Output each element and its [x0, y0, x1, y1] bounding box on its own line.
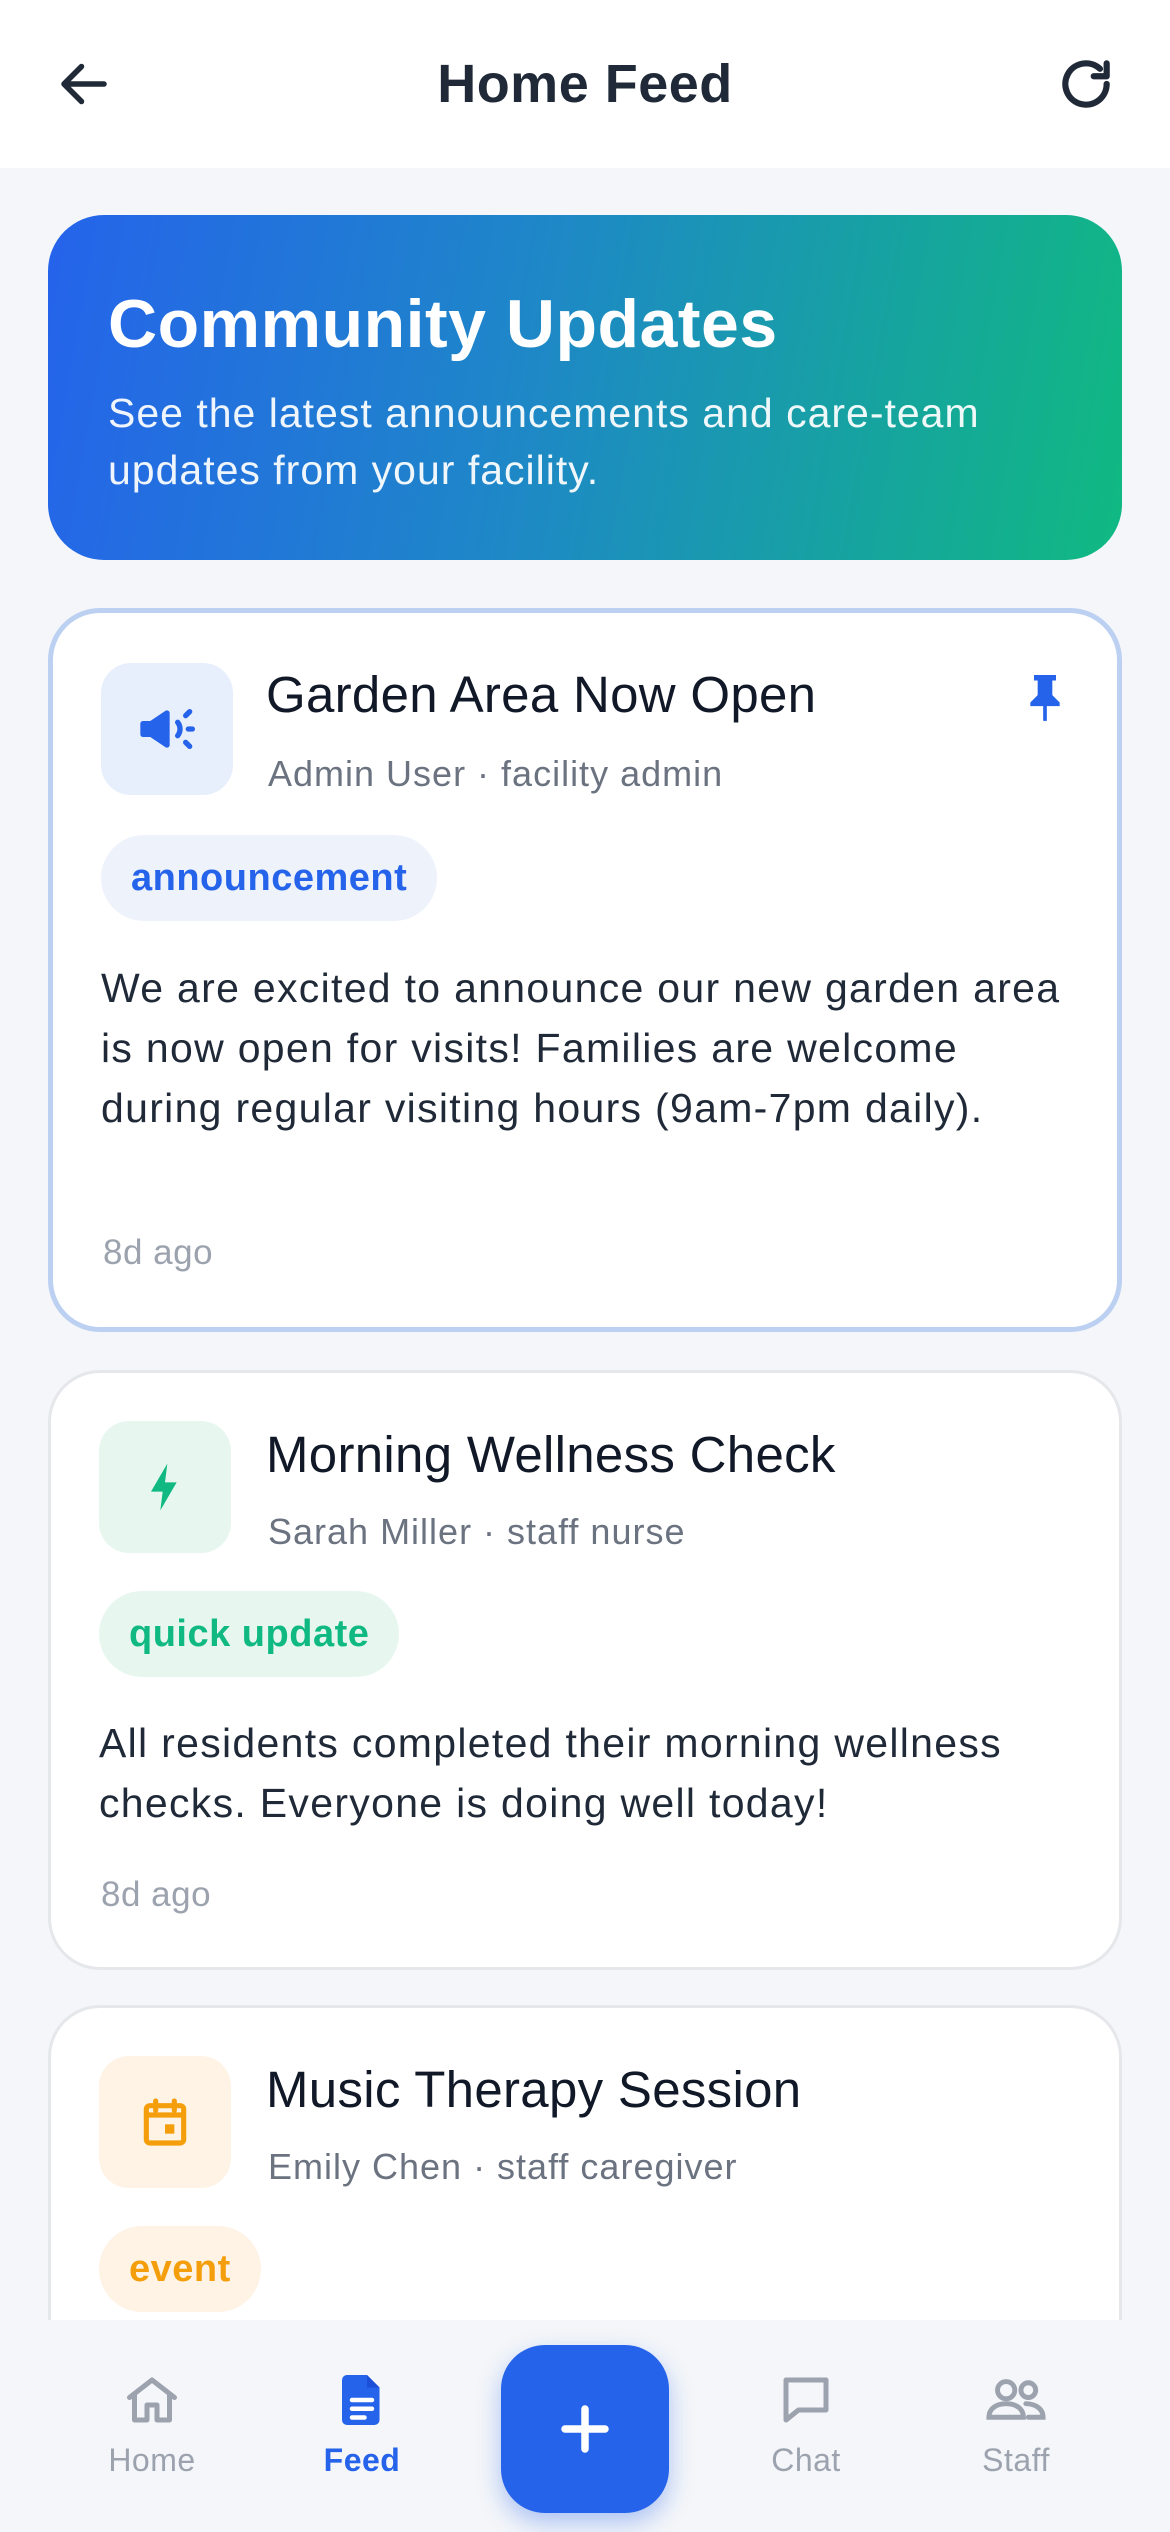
post-author: Sarah Miller · staff nurse: [268, 1511, 686, 1552]
nav-label: Chat: [771, 2442, 841, 2478]
refresh-button[interactable]: [1038, 36, 1134, 132]
post-author: Admin User · facility admin: [268, 753, 724, 794]
post-icon-container: [99, 1421, 231, 1553]
post-title: Garden Area Now Open: [266, 666, 817, 723]
post-tag: event: [99, 2226, 261, 2312]
home-icon: [127, 2377, 177, 2423]
app-header: Home Feed: [0, 0, 1170, 168]
nav-label: Feed: [323, 2442, 401, 2478]
post-icon-container: [99, 2056, 231, 2188]
post-author: Emily Chen · staff caregiver: [268, 2146, 738, 2187]
lightning-icon: [151, 1463, 177, 1511]
megaphone-icon: [140, 709, 195, 749]
refresh-icon: [1062, 60, 1110, 108]
document-icon: [342, 2375, 380, 2425]
nav-item-feed[interactable]: Feed: [272, 2370, 452, 2510]
post-title: Music Therapy Session: [266, 2061, 802, 2118]
community-updates-banner: Community Updates See the latest announc…: [48, 215, 1122, 560]
nav-label: Staff: [982, 2442, 1050, 2478]
nav-label: Home: [108, 2442, 196, 2478]
post-card[interactable]: Morning Wellness Check Sarah Miller · st…: [48, 1370, 1122, 1970]
banner-subtitle: See the latest announcements and care-te…: [108, 390, 980, 493]
calendar-icon: [143, 2098, 187, 2146]
plus-icon: [561, 2405, 609, 2453]
nav-item-chat[interactable]: Chat: [716, 2370, 896, 2510]
pin-icon[interactable]: [1023, 671, 1067, 728]
banner-title: Community Updates: [108, 286, 778, 362]
chat-bubble-icon: [783, 2377, 829, 2423]
post-title: Morning Wellness Check: [266, 1426, 836, 1483]
post-icon-container: [101, 663, 233, 795]
arrow-left-icon: [61, 63, 107, 105]
post-body: We are excited to announce our new garde…: [101, 965, 1061, 1131]
users-icon: [986, 2379, 1046, 2420]
post-timestamp: 8d ago: [103, 1233, 214, 1272]
page-title: Home Feed: [437, 54, 733, 114]
create-post-button[interactable]: [501, 2345, 669, 2513]
post-body: All residents completed their morning we…: [99, 1720, 1002, 1826]
post-card[interactable]: Garden Area Now Open Admin User · facili…: [48, 608, 1122, 1332]
post-tag: announcement: [101, 835, 438, 921]
nav-item-home[interactable]: Home: [62, 2370, 242, 2510]
nav-item-staff[interactable]: Staff: [926, 2370, 1106, 2510]
post-tag: quick update: [99, 1591, 400, 1677]
back-button[interactable]: [36, 36, 132, 132]
post-timestamp: 8d ago: [101, 1875, 212, 1914]
